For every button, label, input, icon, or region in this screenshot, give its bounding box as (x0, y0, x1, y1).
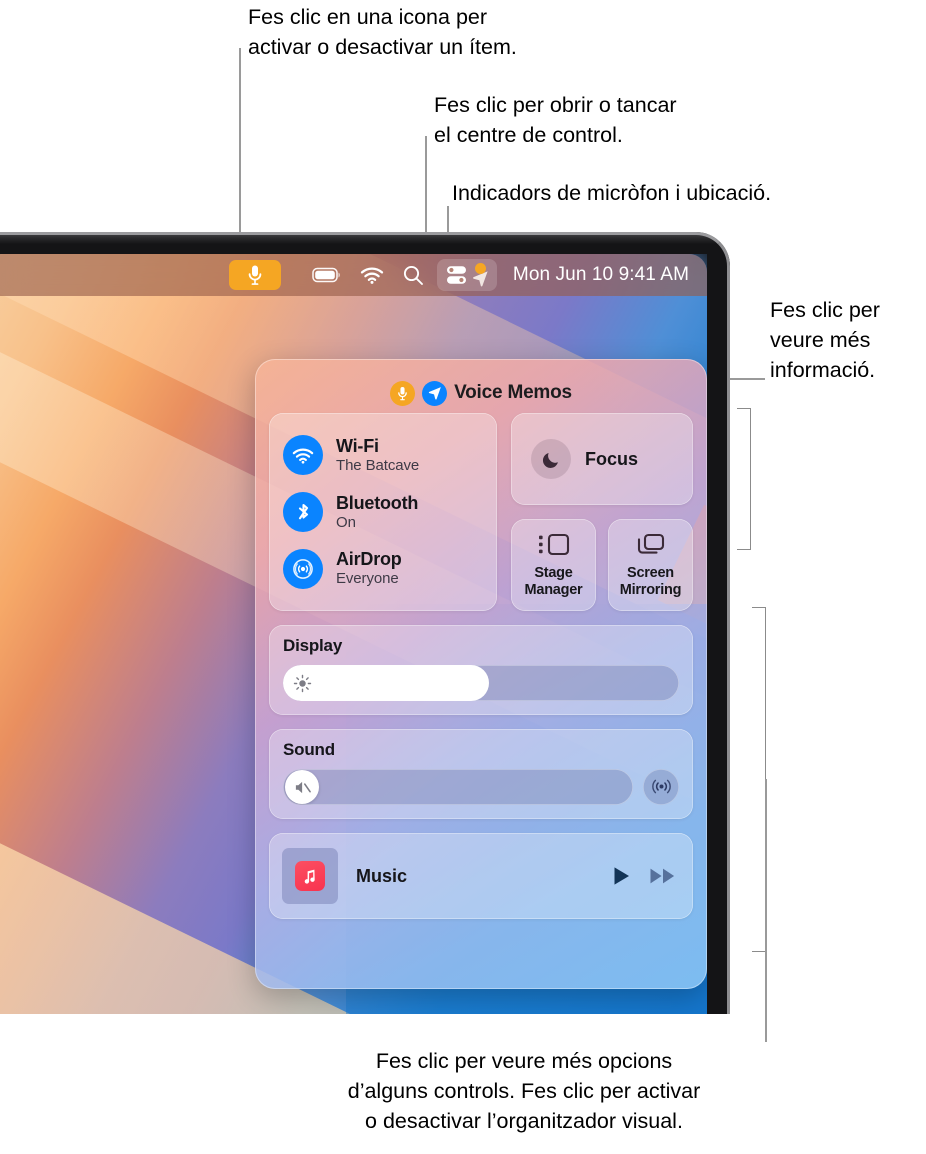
focus-tile[interactable]: Focus (511, 413, 693, 505)
screenshot-root: Fes clic en una icona per activar o desa… (0, 0, 926, 1154)
focus-label: Focus (585, 448, 639, 469)
microphone-indicator-badge[interactable] (390, 380, 416, 406)
music-transport-controls (609, 864, 677, 888)
screen-mirroring-icon (637, 534, 664, 554)
airdrop-text-group: AirDrop Everyone (336, 549, 402, 588)
callout-top-mid: Fes clic per obrir o tancar el centre de… (434, 93, 677, 147)
sound-tile: Sound (269, 729, 693, 819)
music-note-icon (304, 869, 315, 884)
callout-top-left: Fes clic en una icona per activar o desa… (248, 5, 517, 59)
wifi-icon (360, 267, 384, 284)
stage-manager-icon (538, 534, 569, 556)
wifi-icon (292, 448, 314, 464)
microphone-indicator-chip[interactable] (228, 260, 281, 290)
leader-line-bottom (765, 779, 767, 1042)
bluetooth-icon (298, 503, 308, 520)
bracket-controls-group (752, 607, 766, 952)
sound-volume-slider[interactable] (283, 769, 633, 805)
stage-manager-label: Stage Manager (524, 565, 583, 598)
airdrop-control-row[interactable]: AirDrop Everyone (269, 542, 497, 596)
music-tile: Music (269, 833, 693, 919)
wifi-text-group: Wi-Fi The Batcave (336, 436, 419, 475)
airdrop-visibility: Everyone (336, 570, 399, 588)
volume-knob[interactable] (285, 770, 319, 804)
focus-icon-circle (531, 439, 571, 479)
control-center-icon (446, 266, 466, 284)
control-center-panel: Voice Memos Wi-Fi The Batcave Bluetooth … (255, 359, 707, 989)
bluetooth-control-row[interactable]: Bluetooth On (269, 485, 497, 539)
play-icon[interactable] (609, 864, 633, 888)
control-center-button[interactable] (436, 259, 497, 291)
wifi-title: Wi-Fi (336, 435, 379, 456)
control-center-top-grid: Wi-Fi The Batcave Bluetooth On AirDrop E… (269, 413, 693, 611)
music-app-icon (295, 861, 325, 891)
search-icon (403, 265, 423, 285)
microphone-icon (398, 386, 407, 400)
control-center-right-column: Focus Stage Manager Screen Mirroring (511, 413, 693, 611)
bracket-focus-group (737, 408, 751, 550)
display-brightness-slider[interactable] (283, 665, 679, 701)
microphone-in-use-dot (474, 263, 486, 274)
airplay-audio-button[interactable] (643, 769, 679, 805)
speaker-mute-icon (295, 781, 311, 793)
battery-icon (312, 267, 340, 283)
callout-top-right: Indicadors de micròfon i ubicació. (452, 181, 772, 205)
laptop-device: Mon Jun 10 9:41 AM Voice Memos Wi-Fi The… (0, 232, 730, 1014)
bluetooth-title: Bluetooth (336, 492, 419, 513)
screen-mirroring-label: Screen Mirroring (619, 565, 682, 598)
display-tile: Display (269, 625, 693, 715)
laptop-screen: Mon Jun 10 9:41 AM Voice Memos Wi-Fi The… (0, 254, 707, 1014)
brightness-icon (293, 674, 311, 692)
square-tiles-row: Stage Manager Screen Mirroring (511, 519, 693, 611)
airdrop-toggle-icon[interactable] (283, 548, 323, 589)
bluetooth-text-group: Bluetooth On (336, 493, 418, 532)
location-arrow-icon (428, 387, 441, 400)
control-center-header: Voice Memos (269, 373, 693, 413)
brightness-icon-knob (290, 671, 314, 695)
airdrop-icon (293, 558, 313, 579)
callout-right-upper: Fes clic per veure més informació. (770, 298, 880, 382)
callout-bottom: Fes clic per veure més opcions d’alguns … (347, 1049, 701, 1133)
music-label: Music (356, 865, 408, 886)
active-app-name[interactable]: Voice Memos (454, 382, 572, 404)
airdrop-title: AirDrop (336, 549, 402, 570)
stage-manager-tile[interactable]: Stage Manager (511, 519, 596, 611)
microphone-icon (248, 265, 262, 285)
location-indicator-badge[interactable] (422, 380, 448, 406)
moon-icon (542, 452, 558, 468)
spotlight-search-item[interactable] (393, 260, 433, 290)
menu-bar-clock[interactable]: Mon Jun 10 9:41 AM (513, 264, 689, 286)
screen-mirroring-tile[interactable]: Screen Mirroring (608, 519, 693, 611)
airplay-audio-icon (651, 779, 671, 794)
sound-row (283, 769, 679, 805)
bluetooth-state: On (336, 513, 356, 531)
album-artwork (282, 848, 338, 904)
menu-bar: Mon Jun 10 9:41 AM (0, 254, 707, 296)
wifi-toggle-icon[interactable] (283, 435, 323, 476)
battery-status-item[interactable] (303, 260, 351, 290)
wifi-status-item[interactable] (351, 260, 393, 290)
wifi-control-row[interactable]: Wi-Fi The Batcave (269, 428, 497, 482)
fast-forward-icon[interactable] (649, 865, 677, 887)
bluetooth-toggle-icon[interactable] (283, 491, 323, 532)
connectivity-tile: Wi-Fi The Batcave Bluetooth On AirDrop E… (269, 413, 497, 611)
display-label: Display (283, 636, 343, 655)
sound-label: Sound (283, 740, 335, 759)
wifi-network-name: The Batcave (336, 457, 420, 475)
